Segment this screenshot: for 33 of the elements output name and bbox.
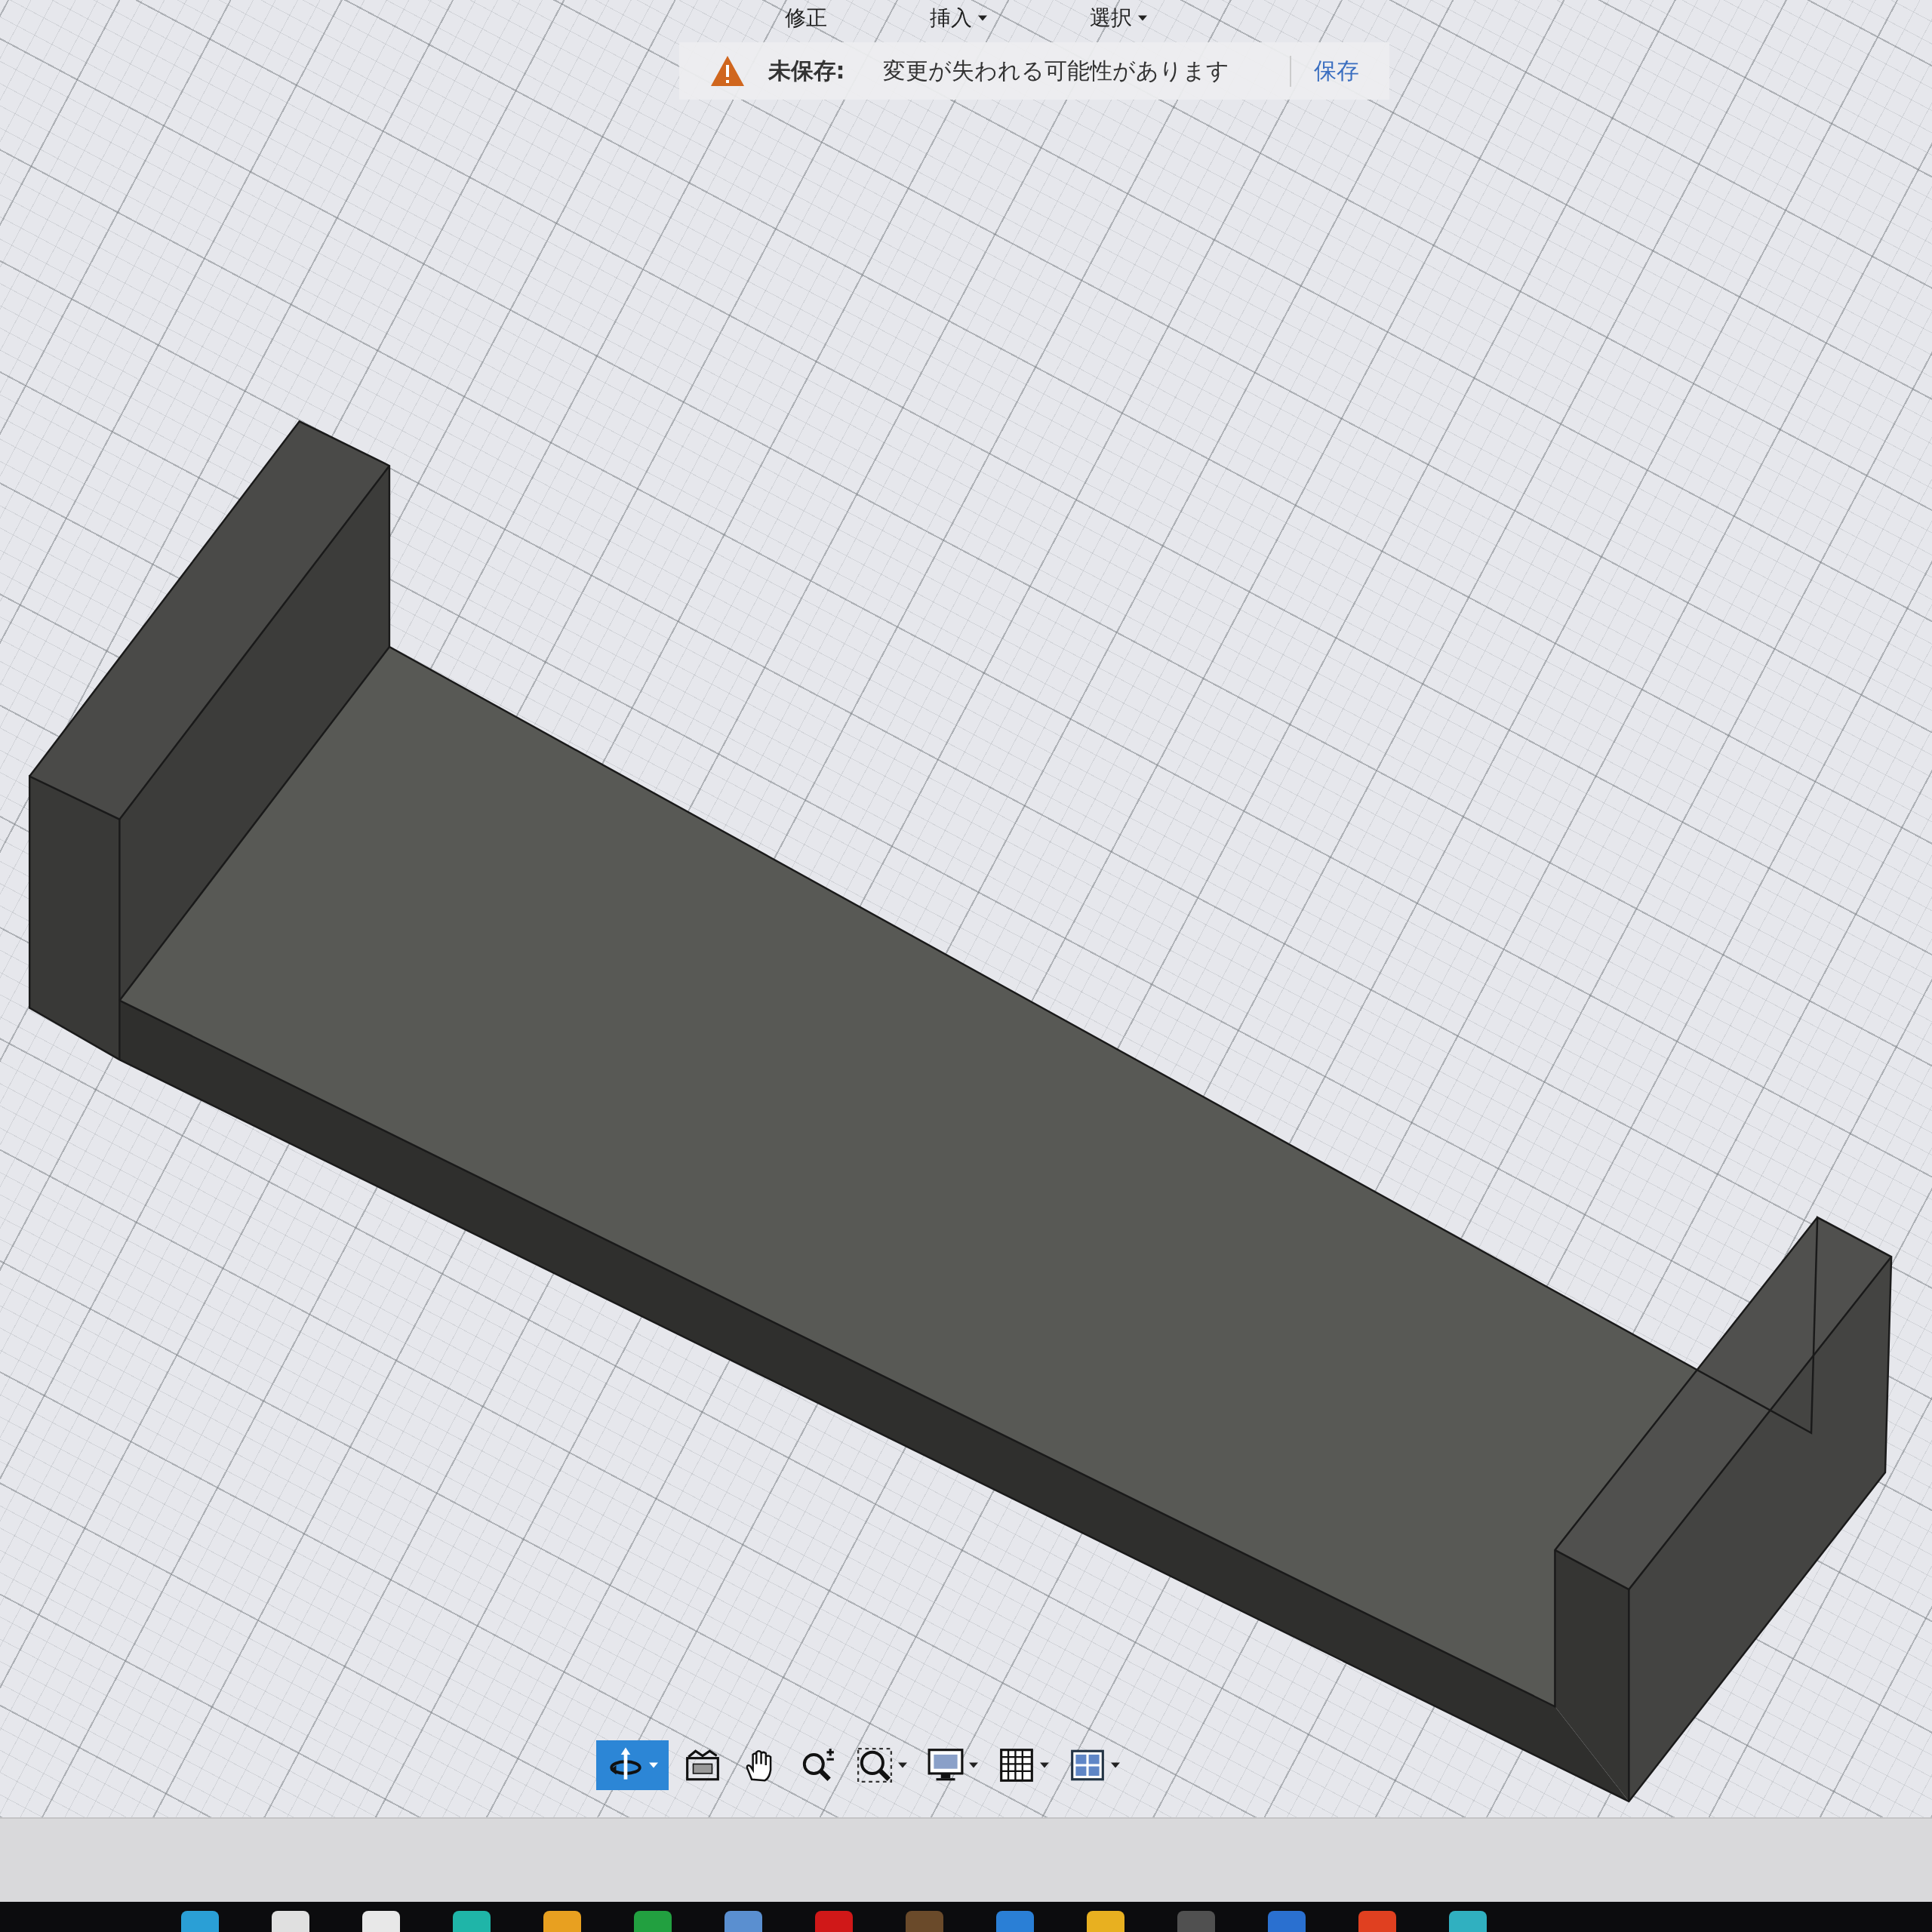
taskbar-app-icon[interactable]: [1268, 1911, 1306, 1932]
grid-icon: [998, 1746, 1035, 1784]
taskbar-app-icon[interactable]: [1449, 1911, 1487, 1932]
menu-item[interactable]: 選択: [1084, 4, 1153, 32]
taskbar-app-icon[interactable]: [1087, 1911, 1124, 1932]
taskbar-app-icon[interactable]: [272, 1911, 309, 1932]
caret-icon: [1138, 15, 1147, 21]
taskbar-app-icon[interactable]: [453, 1911, 491, 1932]
taskbar-app-icon[interactable]: [181, 1911, 219, 1932]
caret-icon: [649, 1762, 658, 1768]
caret-icon: [978, 15, 987, 21]
save-link[interactable]: 保存: [1289, 55, 1359, 87]
taskbar-app-icon[interactable]: [362, 1911, 400, 1932]
taskbar-app-icon[interactable]: [1177, 1911, 1215, 1932]
orbit-tool[interactable]: [596, 1740, 669, 1790]
warning-icon: [709, 54, 746, 88]
notice-title: 未保存:: [768, 56, 845, 85]
design-canvas[interactable]: 修正 挿入 選択 未保存: 変更が失われる可能性があります 保存: [0, 0, 1932, 1817]
caret-icon: [898, 1762, 907, 1768]
taskbar-app-icon[interactable]: [634, 1911, 672, 1932]
taskbar-app-icon[interactable]: [724, 1911, 762, 1932]
taskbar-app-icon[interactable]: [906, 1911, 943, 1932]
notice-message: 変更が失われる可能性があります: [882, 56, 1229, 85]
taskbar-app-icon[interactable]: [996, 1911, 1034, 1932]
zoom-fit-icon: [856, 1746, 894, 1784]
taskbar-app-icon[interactable]: [1358, 1911, 1396, 1932]
menu-item[interactable]: 挿入: [924, 4, 993, 32]
taskbar-app-icon[interactable]: [543, 1911, 581, 1932]
caret-icon: [1040, 1762, 1049, 1768]
taskbar-app-icon[interactable]: [815, 1911, 853, 1932]
caret-icon: [1111, 1762, 1120, 1768]
menu-item[interactable]: 修正: [779, 4, 833, 32]
caret-icon: [969, 1762, 978, 1768]
